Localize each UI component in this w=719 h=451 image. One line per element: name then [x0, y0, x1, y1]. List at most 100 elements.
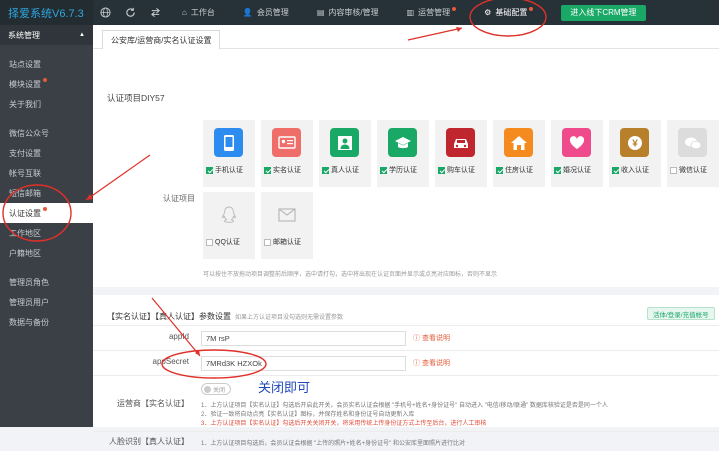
mail-icon: [272, 200, 301, 229]
checkbox[interactable]: [554, 166, 561, 174]
field-row-appid: appId 7M rsP ⓘ 查看说明: [93, 325, 719, 350]
auth-card-car[interactable]: 购车认证: [435, 120, 487, 187]
nav-dashboard[interactable]: ⌂ 工作台: [168, 0, 229, 25]
appid-help-link[interactable]: ⓘ 查看说明: [413, 333, 450, 343]
sidebar-item-label: 管理员用户: [9, 297, 49, 307]
sidebar-item-admin-users[interactable]: 管理员用户: [0, 292, 93, 312]
top-bar: 择爱系统V6.7.3 ⌂ 工作台 👤 会员管理 ▤ 内容审核/管理 ▥ 运营管理…: [0, 0, 719, 25]
auth-card-marriage[interactable]: 婚况认证: [551, 120, 603, 187]
checkbox[interactable]: [206, 238, 213, 246]
checkbox[interactable]: [264, 238, 271, 246]
help-icon: ⓘ: [413, 360, 420, 367]
sidebar-item-work-area[interactable]: 工作地区: [0, 223, 93, 243]
home-icon: ⌂: [182, 8, 187, 17]
refresh-icon[interactable]: [118, 0, 143, 25]
sidebar-header[interactable]: 系统管理 ▲: [0, 25, 93, 45]
param-title: 【实名认证】【真人认证】参数设置: [107, 312, 231, 321]
sidebar-item-payment[interactable]: 支付设置: [0, 143, 93, 163]
notification-dot: [529, 6, 534, 11]
sidebar-item-about-us[interactable]: 关于我们: [0, 94, 93, 114]
swap-icon[interactable]: [143, 0, 168, 25]
face-note: 1．上方认证项目勾选后，会员认证会根据 "上传的照片+姓名+身份证号" 和公安库…: [201, 441, 465, 447]
checkbox[interactable]: [322, 166, 329, 174]
yuan-icon: ¥: [620, 128, 649, 157]
operator-note-2: 2．验证一致将自动点亮【实名认证】图标，并保存姓名和身份证号自动更新入库: [201, 412, 415, 418]
checkbox[interactable]: [206, 166, 213, 174]
liveness-badge[interactable]: 活体/登录/充值帐号: [647, 307, 715, 320]
chart-icon: ▥: [406, 8, 415, 17]
appsecret-help-link[interactable]: ⓘ 查看说明: [413, 358, 450, 368]
appid-input[interactable]: 7M rsP: [201, 331, 406, 346]
sidebar-item-label: 站点设置: [9, 59, 41, 69]
sidebar-item-label: 管理员角色: [9, 277, 49, 287]
checkbox[interactable]: [264, 166, 271, 174]
sidebar-item-household-area[interactable]: 户籍地区: [0, 243, 93, 263]
auth-card-phone[interactable]: 手机认证: [203, 120, 255, 187]
checkbox[interactable]: [438, 166, 445, 174]
help-icon: ⓘ: [413, 335, 420, 342]
checkbox[interactable]: [380, 166, 387, 174]
toggle-label: 关闭: [213, 387, 226, 394]
user-icon: 👤: [242, 8, 253, 17]
sidebar-item-label: 关于我们: [9, 99, 41, 109]
sidebar-item-label: 数据与备份: [9, 317, 49, 327]
checkbox[interactable]: [496, 166, 503, 174]
auth-card-person[interactable]: 真人认证: [319, 120, 371, 187]
checkbox[interactable]: [670, 166, 677, 174]
auth-card-label: 收入认证: [621, 167, 649, 174]
sidebar-item-module-settings[interactable]: 模块设置: [0, 74, 93, 94]
top-nav: ⌂ 工作台 👤 会员管理 ▤ 内容审核/管理 ▥ 运营管理 ⚙ 基础配置: [168, 0, 547, 25]
notification-dot: [452, 6, 457, 11]
doc-icon: ▤: [316, 8, 325, 17]
annotation-text: 关闭即可: [258, 381, 311, 396]
appsecret-input[interactable]: 7MRd3K HZXOk: [201, 356, 406, 371]
sidebar-item-backup[interactable]: 数据与备份: [0, 312, 93, 332]
auth-card-realname[interactable]: 实名认证: [261, 120, 313, 187]
face-label: 人脸识别【真人认证】: [109, 437, 189, 446]
qq-icon: [214, 200, 243, 229]
phone-icon: [214, 128, 243, 157]
sidebar-item-account-link[interactable]: 帐号互联: [0, 163, 93, 183]
sidebar-item-label: 帐号互联: [9, 168, 41, 178]
notification-dot: [43, 78, 47, 82]
sidebar-item-label: 模块设置: [9, 79, 41, 89]
auth-card-label: 实名认证: [273, 167, 301, 174]
nav-operations-label: 运营管理: [418, 8, 451, 17]
sidebar-item-sms-email[interactable]: 短信邮箱: [0, 183, 93, 203]
sidebar-item-auth-settings[interactable]: 认证设置: [0, 203, 93, 223]
nav-content-review[interactable]: ▤ 内容审核/管理: [303, 0, 393, 25]
checkbox[interactable]: [612, 166, 619, 174]
auth-card-label: 婚况认证: [563, 167, 591, 174]
sidebar-item-admin-roles[interactable]: 管理员角色: [0, 272, 93, 292]
auth-card-qq[interactable]: QQ认证: [203, 192, 255, 259]
globe-icon[interactable]: [93, 0, 118, 25]
sidebar-item-site-settings[interactable]: 站点设置: [0, 54, 93, 74]
operator-toggle[interactable]: 关闭: [201, 383, 231, 395]
auth-card-email[interactable]: 邮箱认证: [261, 192, 313, 259]
nav-content-review-label: 内容审核/管理: [328, 8, 379, 17]
operator-note-3: 3．上方认证项目【实名认证】勾选后开关关闭开关，将采用传统上传身份证方式上传至后…: [201, 421, 487, 427]
section-title: 认证项目DIY57: [107, 93, 165, 103]
auth-card-label: 住房认证: [505, 167, 533, 174]
nav-basic-config[interactable]: ⚙ 基础配置: [470, 0, 547, 25]
house-icon: [504, 128, 533, 157]
nav-members[interactable]: 👤 会员管理: [229, 0, 303, 25]
auth-card-label: 真人认证: [331, 167, 359, 174]
auth-card-label: 邮箱认证: [273, 239, 301, 246]
auth-card-house[interactable]: 住房认证: [493, 120, 545, 187]
crm-button[interactable]: 进入线下CRM管理: [561, 4, 646, 21]
nav-operations[interactable]: ▥ 运营管理: [393, 0, 471, 25]
tab-auth-settings[interactable]: 公安库/运营商/实名认证设置: [102, 30, 221, 49]
nav-dashboard-label: 工作台: [190, 8, 215, 17]
auth-card-education[interactable]: 学历认证: [377, 120, 429, 187]
sidebar-header-label: 系统管理: [8, 30, 40, 40]
auth-card-income[interactable]: ¥ 收入认证: [609, 120, 661, 187]
svg-text:¥: ¥: [632, 138, 638, 149]
sidebar-item-label: 支付设置: [9, 148, 41, 158]
drag-hint: 可以按住不放拖动项目调整前后顺序，选中请打勾，选中将出现在认证页面并显示或点亮对…: [203, 272, 498, 278]
auth-card-label: 购车认证: [447, 167, 475, 174]
appsecret-label: appSecret: [152, 357, 189, 366]
sidebar-item-wechat[interactable]: 微信公众号: [0, 123, 93, 143]
auth-card-wechat[interactable]: 微信认证: [667, 120, 719, 187]
divider: [93, 287, 719, 295]
